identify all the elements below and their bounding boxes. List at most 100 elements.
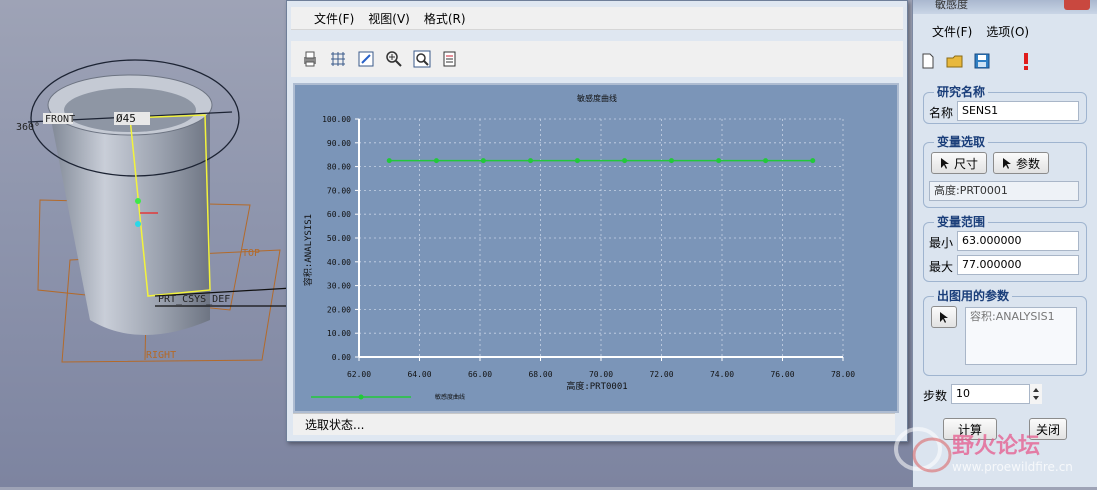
zoom-in-icon[interactable]: [383, 48, 405, 70]
compute-button-label: 计算: [957, 422, 982, 437]
x-tick-label: 74.00: [710, 370, 734, 379]
compute-button[interactable]: 计算: [943, 418, 997, 440]
x-tick-label: 70.00: [589, 370, 613, 379]
data-point: [716, 158, 722, 164]
graph-menubar: 文件(F) 视图(V) 格式(R): [291, 7, 903, 30]
x-tick-labels: 62.00 64.00 66.00 68.00 70.00 72.00 74.00 76.00…: [347, 370, 855, 379]
y-tick-label: 70.00: [327, 186, 351, 195]
close-button-label: 关闭: [1035, 422, 1060, 437]
min-input[interactable]: 63.000000: [957, 231, 1079, 251]
plot-param-item[interactable]: 容积:ANALYSIS1: [970, 310, 1055, 323]
dimension-button[interactable]: 尺寸: [931, 152, 987, 174]
menu-view[interactable]: 视图(V): [361, 7, 417, 29]
pointer-icon: [940, 158, 949, 169]
diameter-label[interactable]: Ø45: [116, 112, 136, 125]
alert-icon[interactable]: [1021, 51, 1031, 74]
cylinder-model: 360° FRONT Ø45 TOP RIGHT PRT_CSYS_DEF: [16, 59, 293, 363]
x-axis-label: 高度:PRT0001: [566, 380, 627, 392]
panel-toolbar: [919, 50, 1089, 74]
y-tick-label: 90.00: [327, 139, 351, 148]
min-label: 最小: [929, 236, 954, 250]
pointer-icon: [940, 312, 948, 323]
y-tick-label: 50.00: [327, 234, 351, 243]
select-param-button[interactable]: [931, 306, 957, 328]
y-tick-label: 100.00: [322, 115, 351, 124]
chart-title: 敏感度曲线: [577, 93, 617, 103]
parameter-button-label: 参数: [1015, 156, 1040, 171]
steps-spinner[interactable]: [1029, 384, 1042, 404]
graph-toolbar: [291, 41, 903, 77]
x-tick-label: 78.00: [831, 370, 855, 379]
chart-axes: [355, 118, 844, 361]
plot-params-title: 出图用的参数: [934, 287, 1013, 304]
top-plane-label: TOP: [242, 248, 260, 259]
variable-range-title: 变量范围: [934, 213, 989, 230]
variable-select-title: 变量选取: [934, 133, 989, 150]
close-button[interactable]: 关闭: [1029, 418, 1067, 440]
right-plane-label: RIGHT: [146, 350, 176, 361]
x-tick-label: 66.00: [468, 370, 492, 379]
zoom-fit-icon[interactable]: [411, 48, 433, 70]
panel-titlebar: 敏感度: [913, 0, 1097, 14]
export-icon[interactable]: [439, 48, 461, 70]
panel-menubar: 文件(F) 选项(O): [913, 20, 1097, 42]
y-tick-label: 80.00: [327, 163, 351, 172]
study-name-title: 研究名称: [934, 83, 989, 100]
sensitivity-panel: 敏感度 文件(F) 选项(O) 研究名称 名称 SENS1 变量选取 尺寸 参数…: [912, 0, 1097, 487]
graph-window: 文件(F) 视图(V) 格式(R) 敏感度曲线 0.00 10.00 20.00 30…: [286, 0, 908, 442]
y-tick-label: 30.00: [327, 282, 351, 291]
menu-format[interactable]: 格式(R): [417, 7, 473, 29]
panel-title: 敏感度: [935, 0, 968, 11]
max-input[interactable]: 77.000000: [957, 255, 1079, 275]
csys-label: PRT_CSYS_DEF: [158, 294, 230, 305]
data-point: [668, 158, 674, 164]
window-close-icon[interactable]: [1064, 0, 1090, 10]
x-tick-label: 76.00: [770, 370, 794, 379]
data-point: [574, 158, 580, 164]
front-label: FRONT: [45, 114, 75, 125]
grid-icon[interactable]: [327, 48, 349, 70]
new-file-icon[interactable]: [919, 52, 937, 73]
plot-area[interactable]: 敏感度曲线 0.00 10.00 20.00 30.00 40.00 50.00 60.00…: [293, 83, 899, 413]
study-name-input[interactable]: SENS1: [957, 101, 1079, 121]
print-icon[interactable]: [299, 48, 321, 70]
pointer-icon: [1002, 158, 1011, 169]
parameter-button[interactable]: 参数: [993, 152, 1049, 174]
status-text: 选取状态...: [305, 418, 365, 432]
legend-marker: [358, 394, 364, 400]
data-point: [433, 158, 439, 164]
graph-statusbar: 选取状态...: [293, 413, 895, 435]
x-tick-label: 72.00: [649, 370, 673, 379]
open-folder-icon[interactable]: [945, 52, 965, 73]
sensitivity-chart: 敏感度曲线 0.00 10.00 20.00 30.00 40.00 50.00 60.00…: [302, 93, 855, 401]
save-icon[interactable]: [973, 52, 991, 73]
grid-lines: [359, 118, 844, 357]
x-tick-label: 64.00: [407, 370, 431, 379]
dimension-button-label: 尺寸: [953, 156, 978, 171]
max-label: 最大: [929, 260, 954, 274]
legend-label: 敏感度曲线: [435, 393, 465, 401]
data-point: [386, 158, 392, 164]
menu-file[interactable]: 文件(F): [307, 7, 361, 29]
y-tick-labels: 0.00 10.00 20.00 30.00 40.00 50.00 60.00 70.00 8…: [322, 115, 351, 362]
panel-menu-options[interactable]: 选项(O): [979, 20, 1036, 42]
data-point: [622, 158, 628, 164]
y-tick-label: 60.00: [327, 210, 351, 219]
y-tick-label: 10.00: [327, 329, 351, 338]
data-point: [528, 158, 534, 164]
data-point: [763, 158, 769, 164]
y-tick-label: 20.00: [327, 305, 351, 314]
steps-value: 10: [956, 387, 970, 400]
cad-viewport[interactable]: 360° FRONT Ø45 TOP RIGHT PRT_CSYS_DEF: [0, 0, 300, 487]
variable-value-field: 高度:PRT0001: [929, 181, 1079, 201]
series-group: [386, 158, 816, 164]
edit-icon[interactable]: [355, 48, 377, 70]
x-tick-label: 68.00: [528, 370, 552, 379]
steps-input[interactable]: 10: [951, 384, 1041, 404]
plot-params-list[interactable]: 容积:ANALYSIS1: [965, 307, 1077, 365]
y-tick-label: 0.00: [332, 353, 351, 362]
y-tick-label: 40.00: [327, 258, 351, 267]
angle-label: 360°: [16, 122, 40, 133]
name-label: 名称: [929, 106, 954, 120]
panel-menu-file[interactable]: 文件(F): [925, 20, 979, 42]
